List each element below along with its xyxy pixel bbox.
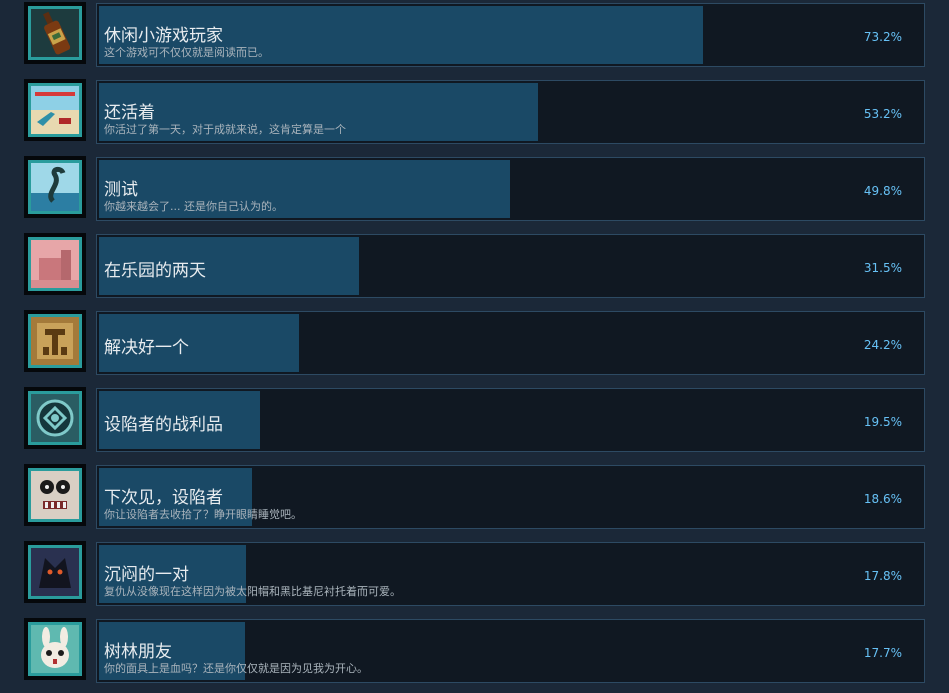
totem-icon — [28, 314, 82, 368]
achievement-percent: 24.2% — [863, 338, 902, 352]
achievement-row: 沉闷的一对 复仇从没像现在这样因为被太阳帽和黑比基尼衬托着而可爱。 17.8% — [0, 539, 949, 616]
achievement-title: 沉闷的一对 — [104, 565, 189, 585]
achievement-list: 休闲小游戏玩家 这个游戏可不仅仅就是阅读而已。 73.2% 还活着 你活过了第一… — [0, 0, 949, 688]
achievement-row: 下次见，设陷者 你让设陷者去收拾了？睁开眼睛睡觉吧。 18.6% — [0, 462, 949, 539]
achievement-description: 你让设陷者去收拾了？睁开眼睛睡觉吧。 — [104, 508, 302, 521]
achievement-icon-frame — [24, 618, 86, 680]
achievement-row: 测试 你越来越会了... 还是你自己认为的。 49.8% — [0, 154, 949, 231]
sea-serpent-icon — [28, 160, 82, 214]
achievement-row: 解决好一个 24.2% — [0, 308, 949, 385]
achievement-panel: 休闲小游戏玩家 这个游戏可不仅仅就是阅读而已。 73.2% — [96, 3, 925, 67]
achievement-row: 树林朋友 你的面具上是血吗？还是你仅仅就是因为见我为开心。 17.7% — [0, 616, 949, 693]
mask-face-icon — [28, 468, 82, 522]
achievement-description: 复仇从没像现在这样因为被太阳帽和黑比基尼衬托着而可爱。 — [104, 585, 401, 598]
bottle-icon — [28, 6, 82, 60]
trapper-emblem-icon — [28, 391, 82, 445]
achievement-icon-frame — [24, 2, 86, 64]
achievement-percent: 19.5% — [863, 415, 902, 429]
achievement-title: 测试 — [104, 180, 138, 200]
achievement-percent: 31.5% — [863, 261, 902, 275]
achievement-icon-frame — [24, 387, 86, 449]
achievement-percent: 17.8% — [863, 569, 902, 583]
achievement-icon-frame — [24, 541, 86, 603]
achievement-title: 树林朋友 — [104, 642, 172, 662]
achievement-row: 在乐园的两天 31.5% — [0, 231, 949, 308]
achievement-title: 设陷者的战利品 — [104, 415, 223, 435]
achievement-panel: 在乐园的两天 31.5% — [96, 234, 925, 298]
achievement-title: 下次见，设陷者 — [104, 488, 223, 508]
achievement-panel: 解决好一个 24.2% — [96, 311, 925, 375]
achievement-row: 休闲小游戏玩家 这个游戏可不仅仅就是阅读而已。 73.2% — [0, 0, 949, 77]
achievement-percent: 73.2% — [863, 30, 902, 44]
achievement-percent: 49.8% — [863, 184, 902, 198]
achievement-row: 还活着 你活过了第一天，对于成就来说，这肯定算是一个 53.2% — [0, 77, 949, 154]
beach-chair-icon — [28, 83, 82, 137]
achievement-title: 解决好一个 — [104, 338, 189, 358]
achievement-panel: 沉闷的一对 复仇从没像现在这样因为被太阳帽和黑比基尼衬托着而可爱。 17.8% — [96, 542, 925, 606]
achievement-row: 设陷者的战利品 19.5% — [0, 385, 949, 462]
achievement-panel: 设陷者的战利品 19.5% — [96, 388, 925, 452]
achievement-percent: 17.7% — [863, 646, 902, 660]
pink-resort-icon — [28, 237, 82, 291]
achievement-description: 你活过了第一天，对于成就来说，这肯定算是一个 — [104, 123, 346, 136]
achievement-description: 你的面具上是血吗？还是你仅仅就是因为见我为开心。 — [104, 662, 368, 675]
achievement-description: 这个游戏可不仅仅就是阅读而已。 — [104, 46, 269, 59]
achievement-icon-frame — [24, 464, 86, 526]
achievement-percent: 18.6% — [863, 492, 902, 506]
achievement-icon-frame — [24, 156, 86, 218]
rabbit-mask-icon — [28, 622, 82, 676]
achievement-title: 还活着 — [104, 103, 155, 123]
achievement-panel: 下次见，设陷者 你让设陷者去收拾了？睁开眼睛睡觉吧。 18.6% — [96, 465, 925, 529]
achievement-panel: 还活着 你活过了第一天，对于成就来说，这肯定算是一个 53.2% — [96, 80, 925, 144]
achievement-icon-frame — [24, 233, 86, 295]
achievement-title: 休闲小游戏玩家 — [104, 26, 223, 46]
achievement-panel: 树林朋友 你的面具上是血吗？还是你仅仅就是因为见我为开心。 17.7% — [96, 619, 925, 683]
achievement-description: 你越来越会了... 还是你自己认为的。 — [104, 200, 283, 213]
achievement-percent: 53.2% — [863, 107, 902, 121]
achievement-icon-frame — [24, 79, 86, 141]
achievement-icon-frame — [24, 310, 86, 372]
achievement-panel: 测试 你越来越会了... 还是你自己认为的。 49.8% — [96, 157, 925, 221]
achievement-title: 在乐园的两天 — [104, 261, 206, 281]
dark-creature-icon — [28, 545, 82, 599]
